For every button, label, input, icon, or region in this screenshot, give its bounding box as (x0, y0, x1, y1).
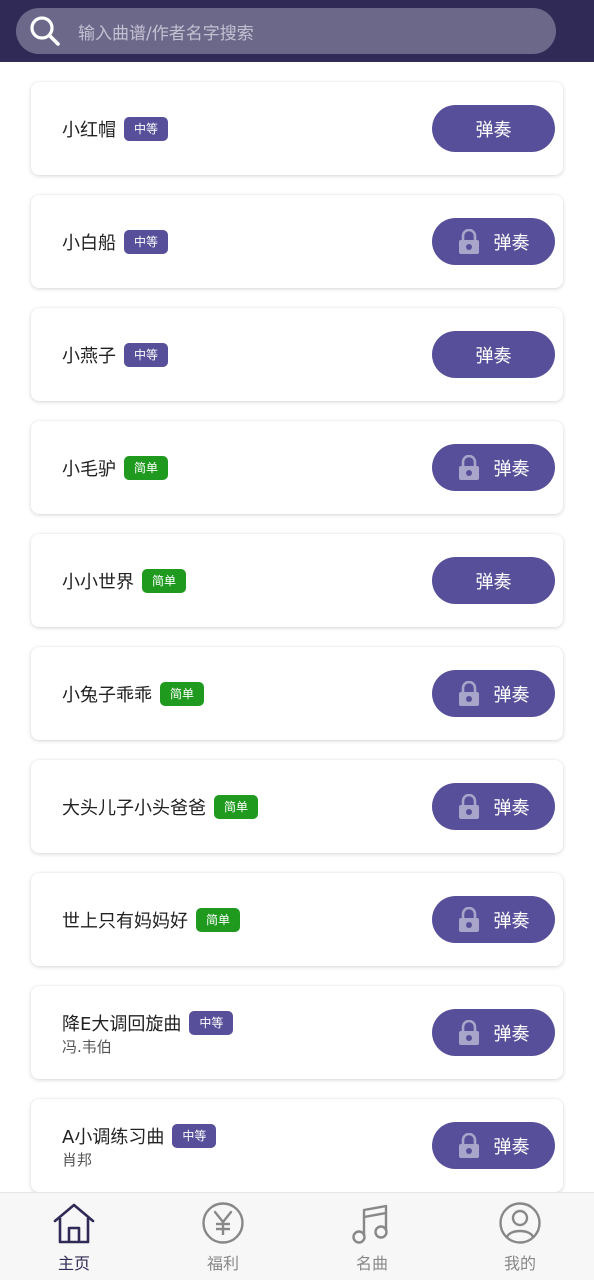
nav-mine-label: 我的 (503, 1254, 536, 1273)
play-button[interactable]: 弹奏 (432, 896, 555, 943)
lock-icon (458, 906, 479, 932)
play-button-label: 弹奏 (475, 345, 512, 367)
play-button-label: 弹奏 (493, 1023, 530, 1045)
song-title-row: 小燕子 中等 (62, 342, 169, 368)
nav-famous[interactable]: 名曲 (317, 1193, 427, 1280)
song-title-row: 小红帽 中等 (62, 116, 169, 142)
play-button[interactable]: 弹奏 (432, 1122, 555, 1169)
play-button[interactable]: 弹奏 (432, 783, 555, 830)
song-card[interactable]: 小小世界 简单 弹奏 (31, 534, 563, 627)
play-button-label: 弹奏 (475, 571, 512, 593)
song-title-row: 小兔子乖乖 简单 (62, 681, 205, 707)
song-card[interactable]: 世上只有妈妈好 简单 弹奏 (31, 873, 563, 966)
song-card[interactable]: 大头儿子小头爸爸 简单 弹奏 (31, 760, 563, 853)
lock-icon (458, 680, 479, 706)
difficulty-badge: 简单 (142, 569, 187, 593)
play-button-label: 弹奏 (493, 797, 530, 819)
play-button[interactable]: 弹奏 (432, 218, 555, 265)
difficulty-badge: 中等 (189, 1011, 234, 1035)
song-title: 小燕子 (62, 346, 116, 367)
lock-icon (458, 1132, 479, 1158)
song-list: 小红帽 中等 弹奏 小白船 中等 弹奏 小燕子 中等 弹奏 小毛驴 简单 弹奏 … (0, 62, 594, 1192)
difficulty-badge: 简单 (124, 456, 169, 480)
play-button-label: 弹奏 (493, 910, 530, 932)
play-button-label: 弹奏 (493, 1136, 530, 1158)
song-title: 小白船 (62, 233, 116, 254)
song-card[interactable]: 小毛驴 简单 弹奏 (31, 421, 563, 514)
song-title-row: 世上只有妈妈好 简单 (62, 907, 241, 933)
difficulty-badge: 中等 (172, 1124, 217, 1148)
nav-welfare-label: 福利 (206, 1254, 239, 1273)
song-card[interactable]: 小红帽 中等 弹奏 (31, 82, 563, 175)
play-button[interactable]: 弹奏 (432, 670, 555, 717)
song-title: 大头儿子小头爸爸 (62, 798, 206, 819)
nav-famous-label: 名曲 (355, 1254, 388, 1273)
search-input[interactable]: 输入曲谱/作者名字搜索 (78, 19, 254, 44)
song-title-row: A小调练习曲 中等 (62, 1123, 217, 1149)
song-title: 小毛驴 (62, 459, 116, 480)
song-card[interactable]: A小调练习曲 中等 肖邦 弹奏 (31, 1099, 563, 1192)
song-composer: 肖邦 (62, 1151, 93, 1169)
song-title: 小小世界 (62, 572, 134, 593)
play-button-label: 弹奏 (475, 119, 512, 141)
difficulty-badge: 中等 (124, 230, 169, 254)
play-button[interactable]: 弹奏 (432, 331, 555, 378)
play-button-label: 弹奏 (493, 232, 530, 254)
search-bar[interactable]: 输入曲谱/作者名字搜索 (16, 8, 556, 54)
play-button-label: 弹奏 (493, 684, 530, 706)
user-profile-icon (499, 1202, 541, 1244)
yen-coin-icon (202, 1202, 244, 1244)
song-title-row: 大头儿子小头爸爸 简单 (62, 794, 259, 820)
difficulty-badge: 中等 (124, 117, 169, 141)
lock-icon (458, 793, 479, 819)
song-title: 降E大调回旋曲 (62, 1014, 182, 1035)
song-card[interactable]: 小白船 中等 弹奏 (31, 195, 563, 288)
difficulty-badge: 简单 (214, 795, 259, 819)
play-button-label: 弹奏 (493, 458, 530, 480)
song-card[interactable]: 小燕子 中等 弹奏 (31, 308, 563, 401)
nav-home[interactable]: 主页 (19, 1193, 129, 1280)
play-button[interactable]: 弹奏 (432, 444, 555, 491)
song-title-row: 小白船 中等 (62, 229, 169, 255)
bottom-nav: 主页 福利 名曲 我的 (0, 1192, 594, 1280)
nav-welfare[interactable]: 福利 (168, 1193, 278, 1280)
home-icon (53, 1203, 95, 1244)
song-title: 小红帽 (62, 120, 116, 141)
nav-home-label: 主页 (57, 1254, 90, 1273)
lock-icon (458, 228, 479, 254)
play-button[interactable]: 弹奏 (432, 557, 555, 604)
difficulty-badge: 中等 (124, 343, 169, 367)
app-root: 输入曲谱/作者名字搜索 小红帽 中等 弹奏 小白船 中等 弹奏 小燕子 中等 弹… (0, 0, 594, 1280)
header: 输入曲谱/作者名字搜索 (0, 0, 594, 62)
song-title: 世上只有妈妈好 (62, 911, 188, 932)
song-title-row: 降E大调回旋曲 中等 (62, 1010, 234, 1036)
nav-mine[interactable]: 我的 (465, 1193, 575, 1280)
play-button[interactable]: 弹奏 (432, 105, 555, 152)
song-title: 小兔子乖乖 (62, 685, 152, 706)
lock-icon (458, 454, 479, 480)
lock-icon (458, 1019, 479, 1045)
song-title-row: 小毛驴 简单 (62, 455, 169, 481)
song-card[interactable]: 小兔子乖乖 简单 弹奏 (31, 647, 563, 740)
song-title-row: 小小世界 简单 (62, 568, 187, 594)
search-icon (30, 16, 60, 46)
song-composer: 冯.韦伯 (62, 1038, 112, 1056)
song-title: A小调练习曲 (62, 1127, 165, 1148)
play-button[interactable]: 弹奏 (432, 1009, 555, 1056)
music-note-icon (352, 1204, 388, 1244)
difficulty-badge: 简单 (160, 682, 205, 706)
song-card[interactable]: 降E大调回旋曲 中等 冯.韦伯 弹奏 (31, 986, 563, 1079)
difficulty-badge: 简单 (196, 908, 241, 932)
